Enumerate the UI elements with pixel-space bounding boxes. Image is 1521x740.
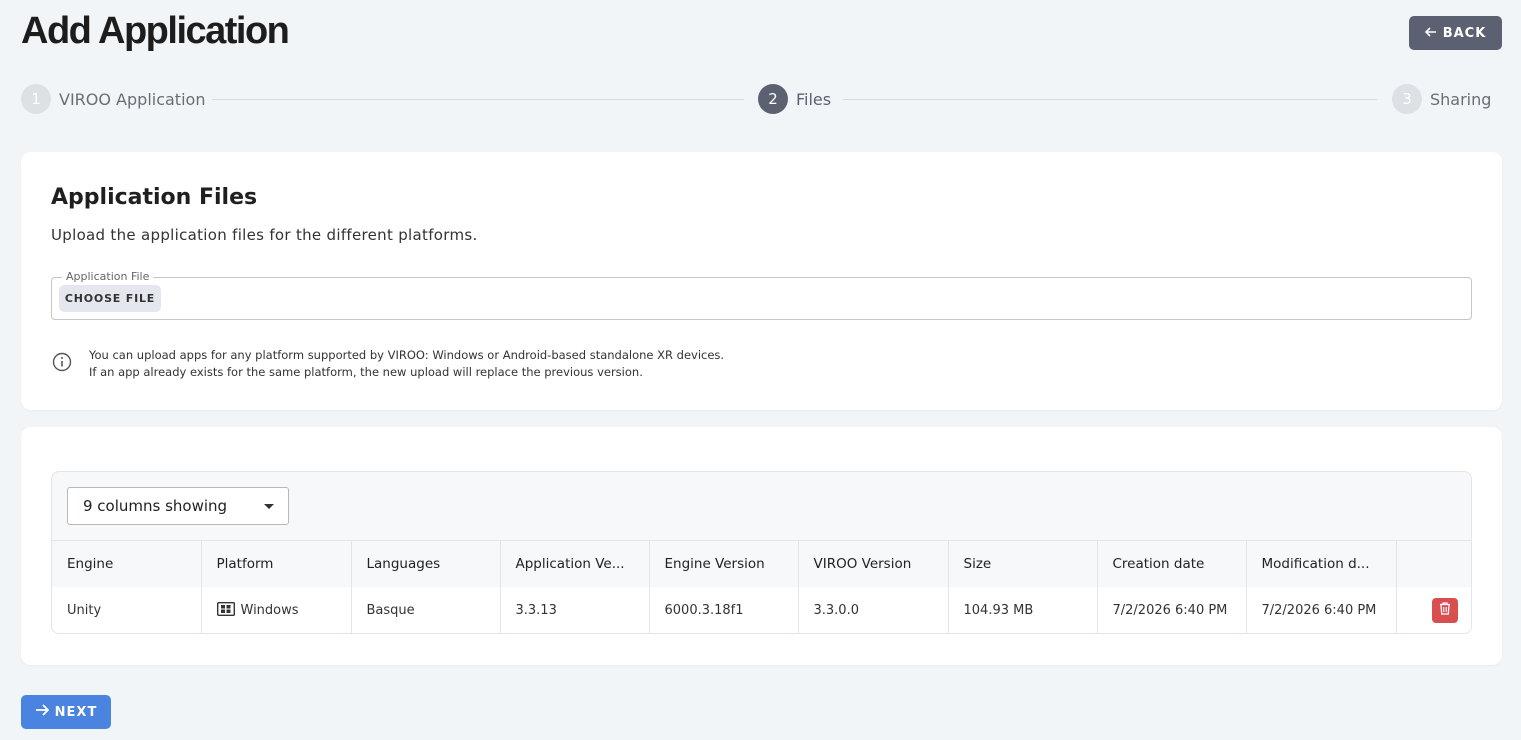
cell-platform: Windows (201, 586, 352, 633)
column-header[interactable]: VIROO Version (798, 540, 949, 587)
info-line: You can upload apps for any platform sup… (89, 348, 725, 362)
step-viroo-application[interactable]: 1 VIROO Application (21, 84, 205, 114)
step-sharing[interactable]: 3 Sharing (1392, 84, 1491, 114)
file-field-label: Application File (62, 270, 154, 283)
step-label: Sharing (1430, 89, 1492, 109)
next-button[interactable]: NEXT (21, 695, 111, 729)
step-connector (212, 99, 744, 100)
cell-modification-date: 7/2/2026 6:40 PM (1246, 586, 1397, 633)
next-button-label: NEXT (54, 704, 98, 720)
trash-icon (1439, 602, 1451, 618)
step-number: 3 (1392, 84, 1422, 114)
back-button-label: BACK (1442, 25, 1487, 41)
arrow-left-icon (1424, 26, 1437, 41)
cell-actions (1396, 586, 1471, 633)
delete-button[interactable] (1431, 597, 1458, 623)
cell-size: 104.93 MB (948, 586, 1098, 633)
column-header[interactable]: Engine (52, 540, 202, 587)
column-header[interactable]: Modification d... (1246, 540, 1397, 587)
columns-select[interactable]: 9 columns showing (67, 487, 289, 525)
header-row: Engine Platform Languages Application Ve… (52, 540, 1471, 587)
section-subtitle: Upload the application files for the dif… (51, 226, 478, 244)
step-label: Files (796, 89, 832, 109)
cell-viroo-version: 3.3.0.0 (798, 586, 949, 633)
table-row[interactable]: Unity Windows Basque 3.3.13 6000.3.18f1 (52, 586, 1471, 633)
files-table-card: 9 columns showing Engine Platform Langua… (21, 427, 1502, 665)
files-table: 9 columns showing Engine Platform Langua… (51, 471, 1472, 634)
step-connector (843, 99, 1377, 100)
column-header[interactable]: Platform (201, 540, 352, 587)
cell-languages: Basque (351, 586, 501, 633)
cell-engine: Unity (52, 586, 202, 633)
cell-creation-date: 7/2/2026 6:40 PM (1097, 586, 1247, 633)
column-header[interactable]: Application Ve... (500, 540, 650, 587)
step-files[interactable]: 2 Files (758, 84, 831, 114)
section-title: Application Files (51, 185, 258, 210)
info-line: If an app already exists for the same pl… (89, 365, 643, 379)
page-title: Add Application (21, 10, 290, 52)
windows-icon (216, 601, 235, 617)
choose-file-button[interactable]: CHOOSE FILE (59, 285, 161, 312)
cell-engine-version: 6000.3.18f1 (649, 586, 799, 633)
info-text: You can upload apps for any platform sup… (89, 347, 724, 381)
cell-application-version: 3.3.13 (500, 586, 650, 633)
column-header[interactable]: Engine Version (649, 540, 799, 587)
step-label: VIROO Application (59, 89, 206, 109)
platform-label: Windows (240, 603, 299, 618)
upload-card: Application Files Upload the application… (21, 152, 1502, 410)
caret-down-icon (264, 504, 274, 509)
application-file-field[interactable]: Application File CHOOSE FILE (51, 270, 1472, 320)
info-icon (52, 352, 72, 372)
arrow-right-icon (35, 704, 49, 720)
back-button[interactable]: BACK (1409, 16, 1502, 50)
stepper: 1 VIROO Application 2 Files 3 Sharing (21, 84, 1491, 114)
column-header[interactable]: Languages (351, 540, 501, 587)
column-header[interactable]: Size (948, 540, 1098, 587)
columns-select-value: 9 columns showing (83, 497, 228, 515)
step-number: 2 (758, 84, 788, 114)
column-header[interactable]: Creation date (1097, 540, 1247, 587)
column-header-actions (1396, 540, 1471, 587)
data-grid: Engine Platform Languages Application Ve… (52, 540, 1471, 633)
step-number: 1 (21, 84, 51, 114)
